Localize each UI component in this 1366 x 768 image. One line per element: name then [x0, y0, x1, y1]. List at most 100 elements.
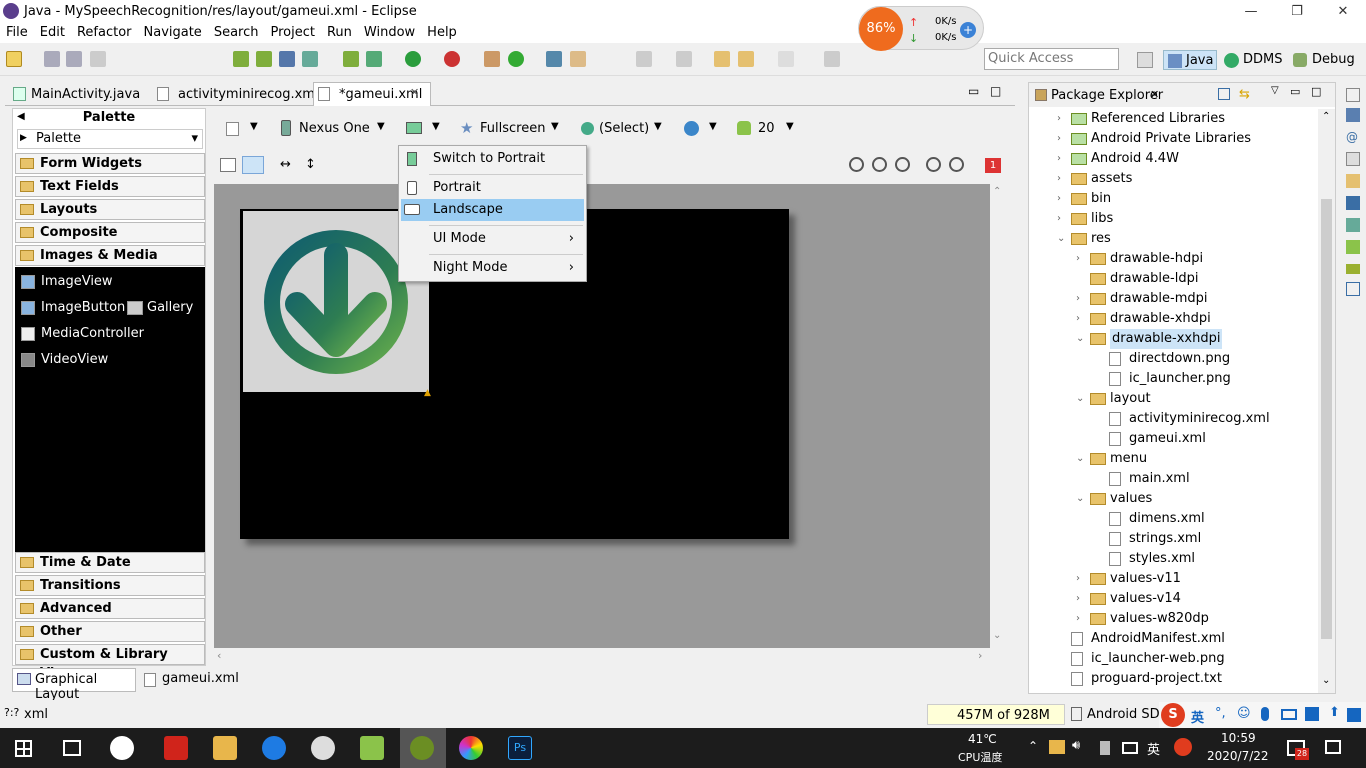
view-menu-icon[interactable]: ▽: [1271, 85, 1279, 96]
tree-item[interactable]: ⌄ res: [1029, 229, 1317, 249]
tree-item[interactable]: › bin: [1029, 189, 1317, 209]
external-tools-icon[interactable]: [444, 51, 460, 67]
upload-icon[interactable]: ⬆: [1329, 705, 1340, 720]
widget-imageview[interactable]: ImageView: [41, 274, 113, 290]
category-form-widgets[interactable]: Form Widgets: [15, 153, 205, 174]
category-composite[interactable]: Composite: [15, 222, 205, 243]
chevron-down-icon[interactable]: ▼: [377, 121, 385, 132]
orientation-icon[interactable]: [406, 122, 422, 134]
kugou-icon[interactable]: [262, 736, 286, 760]
tree-item[interactable]: proguard-project.txt: [1029, 669, 1317, 689]
notepad-icon[interactable]: [360, 736, 384, 760]
tree-item[interactable]: › libs: [1029, 209, 1317, 229]
tree-item[interactable]: main.xml: [1029, 469, 1317, 489]
run-icon[interactable]: [405, 51, 421, 67]
zoom-out-icon[interactable]: [926, 157, 941, 172]
expand-toggle-icon[interactable]: ⌄: [1076, 329, 1086, 349]
problems-icon[interactable]: [1346, 218, 1360, 232]
maximize-button[interactable]: ❐: [1274, 0, 1320, 23]
scroll-up-icon[interactable]: ⌃: [993, 186, 1001, 197]
category-time-date[interactable]: Time & Date: [15, 552, 205, 573]
settings-gear-icon[interactable]: [311, 736, 335, 760]
tree-item[interactable]: › drawable-hdpi: [1029, 249, 1317, 269]
category-other[interactable]: Other: [15, 621, 205, 642]
tree-item[interactable]: drawable-ldpi: [1029, 269, 1317, 289]
zoom-fit-icon[interactable]: [849, 157, 864, 172]
menu-file[interactable]: File: [0, 23, 34, 43]
expand-toggle-icon[interactable]: ›: [1057, 109, 1067, 129]
tray-ime[interactable]: 英: [1147, 739, 1160, 758]
fill-height-icon[interactable]: ↕: [305, 157, 316, 172]
tree-item[interactable]: ic_launcher.png: [1029, 369, 1317, 389]
activity-selector[interactable]: (Select): [599, 121, 649, 136]
expand-toggle-icon[interactable]: ›: [1076, 249, 1086, 269]
youdao-icon[interactable]: [164, 736, 188, 760]
tree-item[interactable]: ⌄ menu: [1029, 449, 1317, 469]
heap-status[interactable]: 457M of 928M: [927, 704, 1065, 725]
scroll-down-icon[interactable]: ⌄: [1322, 675, 1330, 686]
close-tab-icon[interactable]: ✕: [410, 86, 419, 99]
menu-refactor[interactable]: Refactor: [71, 23, 138, 43]
tree-item[interactable]: gameui.xml: [1029, 429, 1317, 449]
expand-toggle-icon[interactable]: ›: [1057, 149, 1067, 169]
chevron-down-icon[interactable]: ▼: [709, 121, 717, 132]
chevron-down-icon[interactable]: ▼: [432, 121, 440, 132]
tree-item[interactable]: directdown.png: [1029, 349, 1317, 369]
punctuation-icon[interactable]: °,: [1215, 706, 1226, 721]
task-icon[interactable]: [1346, 174, 1360, 188]
tree-item[interactable]: › drawable-xhdpi: [1029, 309, 1317, 329]
api-level-selector[interactable]: 20: [758, 121, 775, 136]
color-picker-icon[interactable]: [459, 736, 483, 760]
tab-activityminirecog[interactable]: activityminirecog.xml: [152, 82, 319, 106]
new-java-class-icon[interactable]: [508, 51, 524, 67]
expand-toggle-icon[interactable]: ⌄: [1057, 229, 1067, 249]
prev-annotation-icon[interactable]: [676, 51, 692, 67]
checklist-icon[interactable]: [302, 51, 318, 67]
expand-toggle-icon[interactable]: ›: [1076, 569, 1086, 589]
sogou-tray-icon[interactable]: [1174, 738, 1192, 756]
tree-item[interactable]: › Android Private Libraries: [1029, 129, 1317, 149]
save-all-icon[interactable]: [66, 51, 82, 67]
tree-item[interactable]: › values-v14: [1029, 589, 1317, 609]
tree-item[interactable]: ⌄ drawable-xxhdpi: [1029, 329, 1317, 349]
tray-chevron-icon[interactable]: ⌃: [1028, 739, 1038, 753]
console-icon[interactable]: [1346, 196, 1360, 210]
clock-time[interactable]: 10:59: [1221, 731, 1256, 745]
tree-item[interactable]: ⌄ values: [1029, 489, 1317, 509]
tree-item[interactable]: › values-w820dp: [1029, 609, 1317, 629]
next-annotation-icon[interactable]: [636, 51, 652, 67]
last-edit-icon[interactable]: [714, 51, 730, 67]
scroll-left-icon[interactable]: ‹: [217, 649, 221, 662]
close-view-icon[interactable]: ✕: [1150, 88, 1159, 101]
minimized-view-icon[interactable]: [1346, 88, 1360, 102]
tree-item[interactable]: › values-v11: [1029, 569, 1317, 589]
tree-item[interactable]: › Android 4.4W: [1029, 149, 1317, 169]
layout-side-by-side-icon[interactable]: [220, 158, 236, 172]
file-explorer-icon[interactable]: [213, 736, 237, 760]
debug-icon[interactable]: [366, 51, 382, 67]
menu-portrait[interactable]: Portrait: [401, 177, 584, 199]
tree-item[interactable]: strings.xml: [1029, 529, 1317, 549]
chevron-down-icon[interactable]: ▼: [250, 121, 258, 132]
theme-selector[interactable]: Fullscreen: [480, 121, 545, 136]
android-project-icon[interactable]: [343, 51, 359, 67]
new-icon[interactable]: [6, 51, 22, 67]
zoom-100-icon[interactable]: [895, 157, 910, 172]
error-badge[interactable]: 1: [985, 158, 1001, 173]
widget-gallery[interactable]: Gallery: [147, 300, 193, 316]
collapse-palette-icon[interactable]: ◀: [17, 111, 25, 122]
menu-run[interactable]: Run: [321, 23, 358, 43]
widget-imagebutton[interactable]: ImageButton: [41, 300, 125, 316]
declaration-icon[interactable]: [1346, 152, 1360, 166]
windows-start-icon[interactable]: [15, 740, 32, 757]
network-icon[interactable]: [1122, 742, 1138, 754]
category-transitions[interactable]: Transitions: [15, 575, 205, 596]
keyboard-icon[interactable]: [1281, 709, 1297, 720]
zoom-real-icon[interactable]: [872, 157, 887, 172]
tree-item[interactable]: ⌄ layout: [1029, 389, 1317, 409]
back-icon[interactable]: [738, 51, 754, 67]
category-text-fields[interactable]: Text Fields: [15, 176, 205, 197]
new-java-package-icon[interactable]: [484, 51, 500, 67]
progress-icon[interactable]: [1346, 264, 1360, 274]
expand-toggle-icon[interactable]: ›: [1057, 169, 1067, 189]
